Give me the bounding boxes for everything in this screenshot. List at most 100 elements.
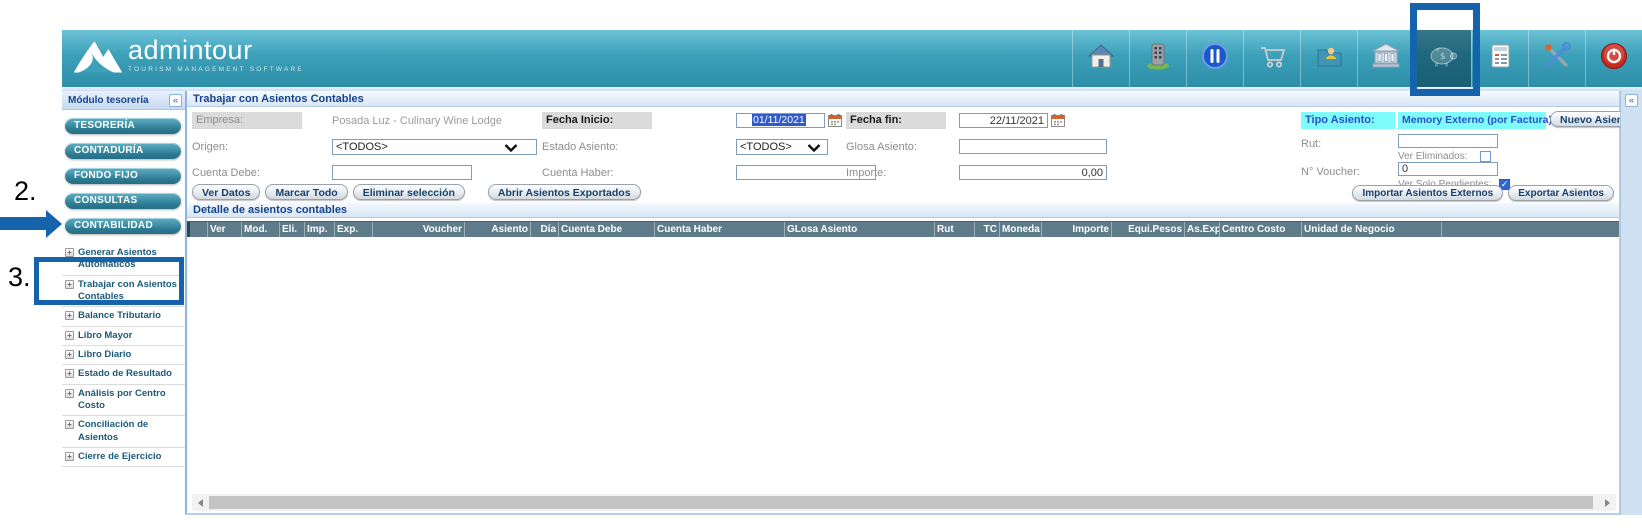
grid-col-filler (1441, 222, 1619, 237)
grid-col-as-exp[interactable]: As.Exp (1184, 222, 1219, 237)
grid-col-centro-costo[interactable]: Centro Costo (1219, 222, 1301, 237)
annotation-step2-number: 2. (14, 176, 37, 207)
shopping-cart-icon (1257, 41, 1287, 76)
ver-datos-button[interactable]: Ver Datos (192, 184, 260, 200)
grid-col-glosa[interactable]: GLosa Asiento (784, 222, 934, 237)
rut-input[interactable] (1398, 134, 1498, 148)
grid-col-exp[interactable]: Exp. (334, 222, 372, 237)
eliminar-seleccion-button[interactable]: Eliminar selección (353, 184, 465, 200)
chevron-down-icon (504, 144, 518, 152)
sidebar-item-analisis-centro-costo[interactable]: + Análisis por Centro Costo (62, 385, 185, 417)
module-tesoreria[interactable]: TESORERÍA (65, 118, 181, 134)
home-icon (1086, 41, 1116, 76)
expand-plus-icon[interactable]: + (65, 389, 74, 398)
expand-plus-icon[interactable]: + (65, 311, 74, 320)
panel-collapse-button[interactable]: « (1625, 94, 1638, 107)
sidebar-item-libro-mayor[interactable]: + Libro Mayor (62, 327, 185, 346)
scrollbar-thumb[interactable] (209, 496, 1593, 509)
fecha-inicio-label: Fecha Inicio: (542, 112, 652, 129)
grid-col-asiento[interactable]: Asiento (464, 222, 530, 237)
sidebar-title: Módulo tesorería (68, 95, 149, 106)
glosa-asiento-input[interactable] (959, 139, 1107, 154)
hotel-button[interactable] (1129, 30, 1186, 87)
module-consultas[interactable]: CONSULTAS (65, 193, 181, 209)
sidebar-item-libro-diario[interactable]: + Libro Diario (62, 346, 185, 365)
grid-col-cuenta-haber[interactable]: Cuenta Haber (654, 222, 784, 237)
sidebar-item-cierre-ejercicio[interactable]: + Cierre de Ejercicio (62, 448, 185, 467)
sidebar-item-estado-resultado[interactable]: + Estado de Resultado (62, 365, 185, 384)
sidebar-collapse-button[interactable]: « (169, 94, 182, 107)
ver-eliminados-checkbox[interactable] (1480, 151, 1491, 162)
bank-button[interactable] (1357, 30, 1414, 87)
voucher-input[interactable] (1398, 162, 1498, 176)
grid-col-eli[interactable]: Eli. (279, 222, 304, 237)
module-fondo-fijo[interactable]: FONDO FIJO (65, 168, 181, 184)
grid-col-dia[interactable]: Día (530, 222, 558, 237)
fecha-fin-label: Fecha fin: (846, 112, 946, 129)
origen-label: Origen: (192, 141, 228, 153)
shopping-cart-button[interactable] (1243, 30, 1300, 87)
restaurant-button[interactable] (1186, 30, 1243, 87)
grid-col-cuenta-debe[interactable]: Cuenta Debe (558, 222, 654, 237)
glosa-asiento-label: Glosa Asiento: (846, 141, 917, 153)
abrir-asientos-exportados-button[interactable]: Abrir Asientos Exportados (488, 184, 641, 200)
sidebar-header: Módulo tesorería « (62, 91, 185, 110)
calendar-icon[interactable] (1051, 114, 1065, 127)
tools-button[interactable] (1528, 30, 1585, 87)
expand-plus-icon[interactable]: + (65, 420, 74, 429)
left-actions: Ver Datos Marcar Todo Eliminar selección… (192, 184, 641, 200)
main-panel: Trabajar con Asientos Contables Empresa:… (185, 91, 1620, 515)
grid-col-moneda[interactable]: Moneda (999, 222, 1041, 237)
grid-col-tc[interactable]: TC (974, 222, 999, 237)
scroll-left-button[interactable] (192, 494, 209, 511)
annotation-step2-arrowhead (46, 210, 62, 238)
sidebar-item-balance-tributario[interactable]: + Balance Tributario (62, 307, 185, 326)
documents-folder-button[interactable] (1300, 30, 1357, 87)
importar-asientos-externos-button[interactable]: Importar Asientos Externos (1352, 185, 1503, 201)
grid-col-imp[interactable]: Imp. (304, 222, 334, 237)
grid-body-empty (187, 237, 1619, 494)
origen-select[interactable]: <TODOS> (332, 139, 537, 155)
left-arrow-icon (198, 499, 203, 507)
exportar-asientos-button[interactable]: Exportar Asientos (1508, 185, 1614, 201)
restaurant-icon (1200, 41, 1230, 76)
app-logo: admintour TOURISM MANAGEMENT SOFTWARE (72, 35, 304, 82)
grid-col-equi-pesos[interactable]: Equi.Pesos (1111, 222, 1184, 237)
bank-icon (1371, 41, 1401, 76)
fecha-inicio-input[interactable]: 01/11/2021 (736, 113, 825, 128)
module-contaduria[interactable]: CONTADURÍA (65, 143, 181, 159)
home-button[interactable] (1072, 30, 1129, 87)
grid-col-rut[interactable]: Rut (934, 222, 974, 237)
fecha-inicio-selected-text: 01/11/2021 (752, 114, 806, 126)
marcar-todo-button[interactable]: Marcar Todo (265, 184, 347, 200)
voucher-label: N° Voucher: (1301, 166, 1360, 178)
grid-col-select[interactable] (187, 222, 207, 237)
expand-plus-icon[interactable]: + (65, 452, 74, 461)
power-button[interactable] (1585, 30, 1642, 87)
sidebar-item-conciliacion[interactable]: + Conciliación de Asientos (62, 416, 185, 448)
grid-col-voucher[interactable]: Voucher (372, 222, 464, 237)
fecha-fin-input[interactable] (959, 113, 1048, 128)
header-toolbar: $ (1072, 30, 1642, 87)
importe-input[interactable] (959, 165, 1107, 180)
module-contabilidad[interactable]: CONTABILIDAD (65, 218, 181, 234)
right-collapse-strip: « (1620, 91, 1642, 515)
tipo-asiento-value: Memory Externo (por Factura) (1398, 112, 1546, 129)
filters-area: Empresa: Posada Luz - Culinary Wine Lodg… (187, 108, 1619, 202)
detail-section-title: Detalle de asientos contables (187, 202, 1619, 218)
estado-asiento-select[interactable]: <TODOS> (736, 139, 828, 155)
cuenta-debe-input[interactable] (332, 165, 472, 180)
grid-col-ver[interactable]: Ver (207, 222, 241, 237)
expand-plus-icon[interactable]: + (65, 350, 74, 359)
grid-col-unidad-negocio[interactable]: Unidad de Negocio (1301, 222, 1441, 237)
calendar-icon[interactable] (828, 114, 842, 127)
right-actions: Importar Asientos Externos Exportar Asie… (1352, 185, 1614, 201)
expand-plus-icon[interactable]: + (65, 369, 74, 378)
scroll-right-button[interactable] (1599, 494, 1616, 511)
app-header: admintour TOURISM MANAGEMENT SOFTWARE (62, 30, 1642, 88)
expand-plus-icon[interactable]: + (65, 248, 74, 257)
horizontal-scrollbar[interactable] (192, 494, 1616, 511)
expand-plus-icon[interactable]: + (65, 331, 74, 340)
grid-col-mod[interactable]: Mod. (241, 222, 279, 237)
grid-col-importe[interactable]: Importe (1041, 222, 1111, 237)
